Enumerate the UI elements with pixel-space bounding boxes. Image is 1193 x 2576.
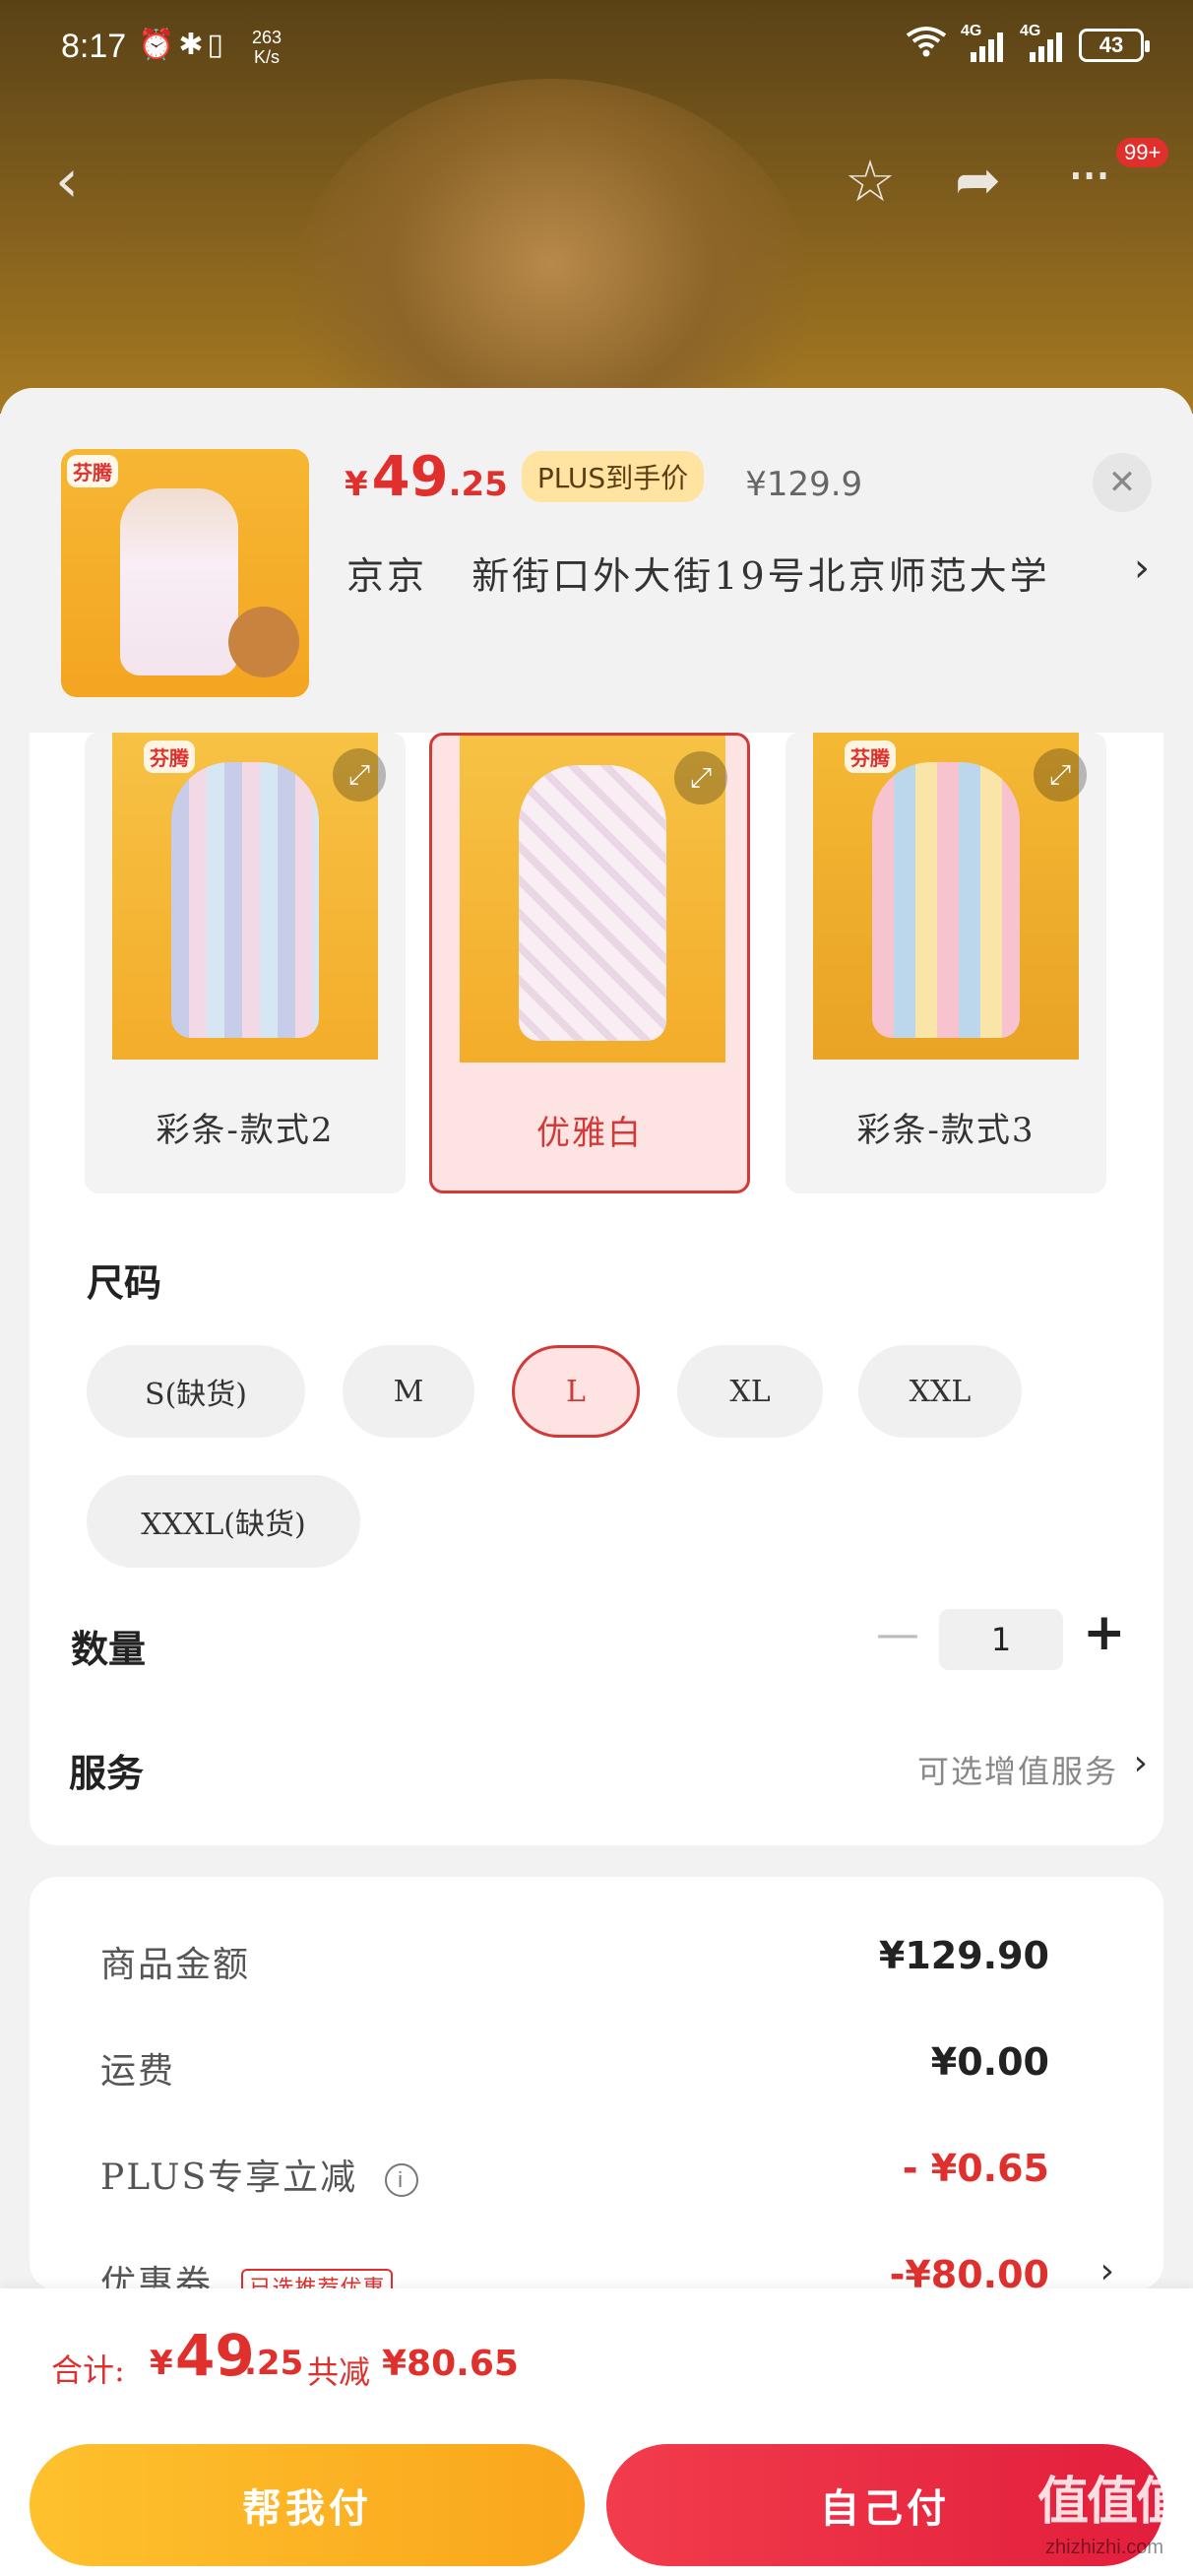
status-right-icons: 4G 4G 43 — [906, 23, 1150, 64]
brand-logo: 芬腾 — [845, 741, 896, 773]
wifi-icon — [906, 26, 947, 64]
original-price: ¥129.9 — [745, 465, 863, 504]
thumbnail-model — [120, 488, 238, 676]
total-saved-label: 共减 — [307, 2353, 371, 2391]
plus-icon[interactable]: + — [1083, 1603, 1126, 1662]
signal-icon-2: 4G — [1020, 23, 1065, 62]
signal-label-1: 4G — [961, 22, 982, 39]
color-option-figure — [872, 762, 1020, 1038]
address-city: 京京 — [346, 554, 428, 598]
chevron-right-icon[interactable]: › — [1100, 2251, 1114, 2291]
chevron-right-icon[interactable]: › — [1134, 1743, 1148, 1783]
plus-discount-label: PLUS专享立减 — [100, 2157, 358, 2198]
size-option-s[interactable]: S(缺货) — [87, 1345, 305, 1438]
brand-logo: 芬腾 — [67, 455, 118, 487]
quantity-label: 数量 — [71, 1627, 147, 1671]
delivery-address[interactable]: 京京 新街口外大街19号北京师范大学 — [346, 546, 1050, 600]
product-thumbnail[interactable]: 芬腾 — [61, 449, 309, 697]
size-option-xxl[interactable]: XXL — [858, 1345, 1022, 1438]
size-option-l[interactable]: L — [512, 1345, 640, 1438]
service-value[interactable]: 可选增值服务 — [917, 1747, 1118, 1792]
color-option-elegant-white[interactable]: ⤢ 优雅白 — [429, 733, 750, 1193]
size-option-xxxl[interactable]: XXXL(缺货) — [87, 1475, 360, 1568]
watermark-logo: 值值值 — [1037, 2473, 1187, 2532]
signal-icon-1: 4G — [961, 23, 1006, 62]
goods-amount-label: 商品金额 — [100, 1945, 251, 1985]
screen: 8:17 ⏰✱▯ 263 K/s 4G 4G 43 ‹ ☆ ➦ ··· 99+ — [0, 0, 1193, 2576]
signal-label-2: 4G — [1020, 22, 1041, 39]
service-label: 服务 — [69, 1751, 145, 1795]
goods-amount-value: ¥129.90 — [878, 1934, 1049, 1977]
plus-price-tag: PLUS到手价 — [521, 451, 705, 502]
share-icon[interactable]: ➦ — [955, 152, 1001, 211]
shipping-label: 运费 — [100, 2051, 176, 2092]
chevron-right-icon[interactable]: › — [1134, 546, 1150, 591]
price-integer: 49 — [371, 445, 449, 509]
address-detail: 新街口外大街19号北京师范大学 — [471, 554, 1050, 598]
plus-discount-value: - ¥0.65 — [902, 2147, 1049, 2190]
net-speed-value: 263 — [252, 28, 283, 47]
net-speed: 263 K/s — [252, 28, 282, 67]
total-integer: 49 — [175, 2322, 255, 2389]
color-option-figure — [171, 762, 319, 1038]
size-option-xl[interactable]: XL — [677, 1345, 823, 1438]
close-button[interactable]: ✕ — [1093, 453, 1152, 512]
help-pay-button[interactable]: 帮我付 — [30, 2444, 585, 2566]
total-saved-value: ¥80.65 — [382, 2344, 519, 2384]
top-nav-bar: ‹ ☆ ➦ ··· 99+ — [0, 128, 1193, 226]
back-icon[interactable]: ‹ — [55, 152, 79, 211]
size-option-m[interactable]: M — [343, 1345, 474, 1438]
status-alarm-bluetooth-vibrate-icons: ⏰✱▯ — [138, 29, 227, 61]
total-decimal: .25 — [244, 2344, 304, 2383]
quantity-input[interactable]: 1 — [939, 1609, 1063, 1670]
expand-icon[interactable]: ⤢ — [333, 748, 386, 802]
net-speed-unit: K/s — [254, 47, 281, 67]
price-summary-card: 商品金额 ¥129.90 运费 ¥0.00 PLUS专享立减 i - ¥0.65… — [30, 1877, 1163, 2304]
color-option-label: 彩条-款式2 — [156, 1110, 335, 1150]
favorite-star-icon[interactable]: ☆ — [845, 152, 896, 211]
color-option-label: 彩条-款式3 — [856, 1110, 1036, 1150]
color-option-label: 优雅白 — [536, 1113, 643, 1153]
info-icon[interactable]: i — [384, 2163, 418, 2197]
brand-logo: 芬腾 — [144, 741, 195, 773]
minus-icon[interactable]: — — [876, 1609, 919, 1659]
price-symbol: ¥ — [345, 465, 368, 504]
close-icon: ✕ — [1107, 463, 1137, 502]
battery-icon: 43 — [1079, 28, 1150, 62]
price-row: ¥ 49 .25 PLUS到手价 ¥129.9 — [345, 445, 862, 510]
sku-sheet: 芬腾 ¥ 49 .25 PLUS到手价 ¥129.9 ✕ 京京 新街口外大街19… — [0, 388, 1193, 2576]
message-badge: 99+ — [1116, 138, 1169, 167]
price-decimal: .25 — [448, 465, 508, 504]
expand-icon[interactable]: ⤢ — [1034, 748, 1087, 802]
status-bar: 8:17 ⏰✱▯ 263 K/s 4G 4G 43 — [0, 0, 1193, 98]
thumbnail-bear — [228, 607, 299, 677]
product-header: 芬腾 ¥ 49 .25 PLUS到手价 ¥129.9 ✕ 京京 新街口外大街19… — [0, 388, 1193, 733]
more-icon[interactable]: ··· — [1067, 148, 1111, 207]
color-options: 芬腾 ⤢ 彩条-款式2 ⤢ 优雅白 芬腾 ⤢ 彩条-款式3 — [53, 733, 1136, 1195]
size-section-title: 尺码 — [87, 1260, 162, 1305]
color-option-stripe-3[interactable]: 芬腾 ⤢ 彩条-款式3 — [785, 733, 1106, 1193]
total-label: 合计: — [51, 2351, 125, 2389]
total-symbol: ¥ — [150, 2344, 173, 2383]
plus-discount-row: PLUS专享立减 i — [100, 2149, 418, 2200]
color-option-stripe-2[interactable]: 芬腾 ⤢ 彩条-款式2 — [85, 733, 406, 1193]
expand-icon[interactable]: ⤢ — [674, 751, 727, 805]
color-option-figure — [519, 765, 666, 1041]
status-time: 8:17 — [61, 28, 127, 65]
watermark-url: zhizhizhi.com — [1045, 2537, 1164, 2558]
shipping-value: ¥0.00 — [930, 2040, 1049, 2084]
